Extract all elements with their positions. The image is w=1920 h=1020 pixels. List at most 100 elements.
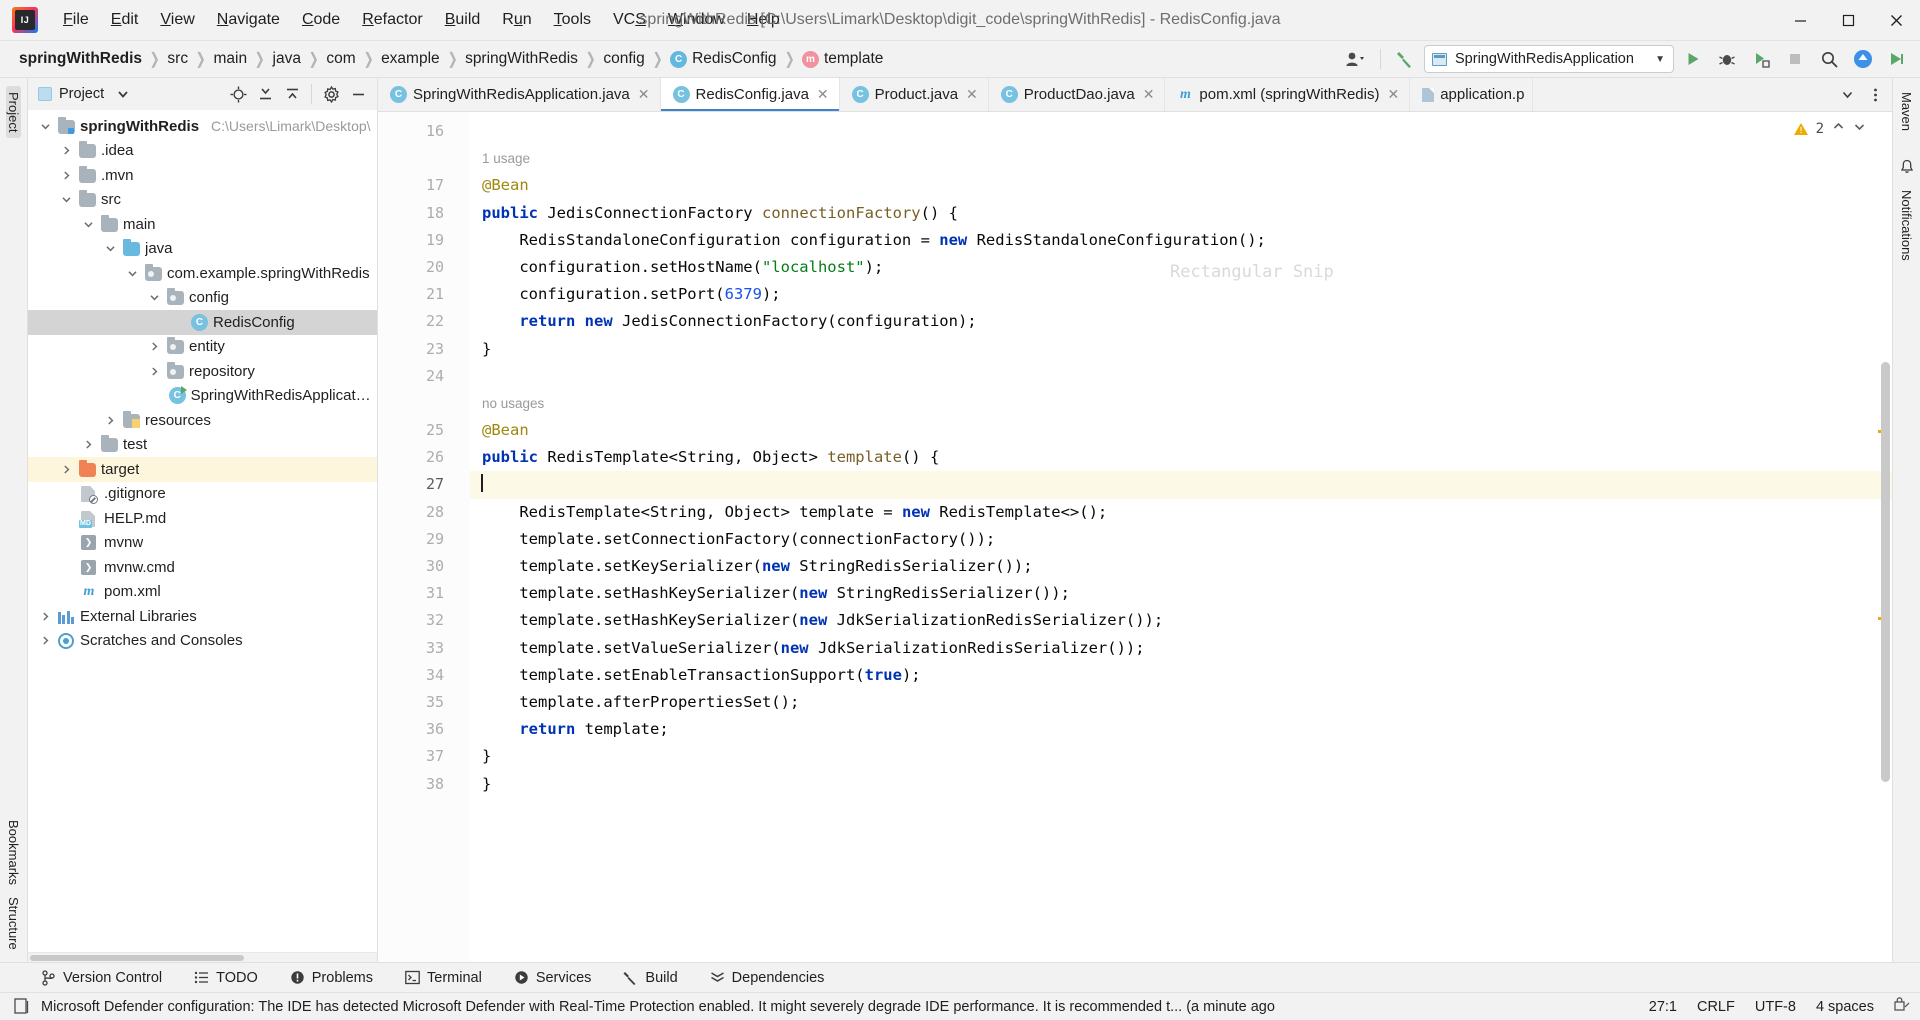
menu-build[interactable]: Build [434,7,492,33]
breadcrumb-item-com[interactable]: com [321,48,360,70]
chevron-down-icon[interactable] [125,268,140,279]
chevron-right-icon[interactable] [81,439,96,450]
toolwindow-todo[interactable]: TODO [189,967,263,989]
tree-row-springwithredisapplication[interactable]: C SpringWithRedisApplication [28,384,377,409]
chevron-up-icon[interactable] [1832,120,1845,137]
chevron-down-icon[interactable] [103,243,118,254]
toolwindow-problems[interactable]: Problems [285,967,378,989]
editor-vertical-scrollbar[interactable] [1878,112,1892,962]
indent-setting[interactable]: 4 spaces [1816,999,1874,1015]
tree-row-external-libraries[interactable]: External Libraries [28,604,377,629]
run-configuration-selector[interactable]: SpringWithRedisApplication ▼ [1424,45,1674,73]
tree-row-mvn[interactable]: .mvn [28,163,377,188]
tab-more-vertical-dots-icon[interactable] [1862,83,1888,107]
more-actions-icon[interactable] [1882,45,1912,73]
code-usage-hint[interactable]: 1 usage [470,145,1892,172]
run-with-coverage-button[interactable] [1746,45,1776,73]
tree-row-redisconfig[interactable]: C RedisConfig [28,310,377,335]
close-icon[interactable]: ✕ [964,86,980,103]
chevron-right-icon[interactable] [59,464,74,475]
breadcrumb-item-project[interactable]: springWithRedis [14,48,147,70]
toolwindow-dependencies[interactable]: Dependencies [705,967,830,989]
code-content[interactable]: Rectangular Snip 2 1 usage @Bean public … [470,112,1892,962]
rail-item-maven[interactable]: Maven [1899,86,1914,137]
notifications-bell-icon[interactable] [1899,155,1915,184]
tab-springwithredisapplication-java[interactable]: C SpringWithRedisApplication.java ✕ [378,78,661,111]
tab-application-properties[interactable]: application.p [1410,78,1533,111]
code-line-current[interactable] [470,471,1892,498]
run-button[interactable] [1678,45,1708,73]
chevron-right-icon[interactable] [147,366,162,377]
close-icon[interactable]: ✕ [636,86,652,103]
menu-view[interactable]: View [149,7,205,33]
read-write-lock-icon[interactable] [1894,997,1910,1016]
breadcrumb-item-config[interactable]: config [598,48,649,70]
tree-row-package-repository[interactable]: repository [28,359,377,384]
close-icon[interactable]: ✕ [1141,86,1157,103]
chevron-down-icon[interactable] [1853,120,1866,137]
tree-row-src[interactable]: src [28,188,377,213]
update-project-icon[interactable] [1848,45,1878,73]
chevron-down-icon[interactable] [110,82,136,106]
breadcrumb-item-java[interactable]: java [268,48,306,70]
menu-navigate[interactable]: Navigate [206,7,291,33]
tree-row-package-com-example[interactable]: com.example.springWithRedis [28,261,377,286]
scrollbar-thumb[interactable] [1881,362,1890,782]
gear-icon[interactable] [318,82,344,106]
tree-row-help-md[interactable]: MD HELP.md [28,506,377,531]
menu-window[interactable]: Window [657,7,736,33]
code-usage-hint[interactable]: no usages [470,390,1892,417]
chevron-right-icon[interactable] [38,635,53,646]
tree-row-scratches-and-consoles[interactable]: Scratches and Consoles [28,629,377,654]
scrollbar-thumb[interactable] [30,955,244,961]
rail-item-bookmarks[interactable]: Bookmarks [6,814,21,891]
menu-code[interactable]: Code [291,7,351,33]
breadcrumb-item-template[interactable]: m template [797,48,888,70]
chevron-right-icon[interactable] [38,611,53,622]
project-panel-title[interactable]: Project [38,86,104,102]
file-encoding[interactable]: UTF-8 [1755,999,1796,1015]
inspection-widget[interactable]: 2 [1794,120,1866,137]
breadcrumb-item-springwithredis[interactable]: springWithRedis [460,48,583,70]
project-horizontal-scrollbar[interactable] [28,952,377,962]
chevron-right-icon[interactable] [147,341,162,352]
menu-run[interactable]: Run [491,7,542,33]
menu-edit[interactable]: Edit [100,7,150,33]
tree-row-resources[interactable]: resources [28,408,377,433]
tree-row-package-config[interactable]: config [28,286,377,311]
collapse-all-icon[interactable] [252,82,278,106]
tree-row-mvnw-cmd[interactable]: ❯ mvnw.cmd [28,555,377,580]
tree-row-package-entity[interactable]: entity [28,335,377,360]
maximize-button[interactable] [1824,0,1872,41]
tab-redisconfig-java[interactable]: C RedisConfig.java ✕ [661,78,840,111]
build-hammer-icon[interactable] [1390,45,1420,73]
tab-list-chevron-down-icon[interactable] [1834,83,1860,107]
minimize-button[interactable] [1776,0,1824,41]
rail-item-structure[interactable]: Structure [6,891,21,956]
locate-file-icon[interactable] [225,82,251,106]
search-icon[interactable] [1814,45,1844,73]
debug-button[interactable] [1712,45,1742,73]
project-tree[interactable]: springWithRedis C:\Users\Limark\Desktop\… [28,110,377,952]
stop-button[interactable] [1780,45,1810,73]
tab-productdao-java[interactable]: C ProductDao.java ✕ [989,78,1166,111]
tree-row-mvnw[interactable]: ❯ mvnw [28,531,377,556]
intellij-idea-logo[interactable] [12,7,38,33]
editor-gutter[interactable]: 16 17 18 19 20 21 22 23 24 25 26 27 28 2… [378,112,470,962]
tree-row-springwithredis[interactable]: springWithRedis C:\Users\Limark\Desktop\ [28,114,377,139]
chevron-down-icon[interactable] [59,194,74,205]
chevron-down-icon[interactable] [147,292,162,303]
menu-tools[interactable]: Tools [543,7,602,33]
tree-row-gitignore[interactable]: .gitignore [28,482,377,507]
rail-item-project[interactable]: Project [6,86,21,138]
toolwindow-build[interactable]: Build [618,967,682,989]
chevron-right-icon[interactable] [59,170,74,181]
chevron-down-icon[interactable] [38,121,53,132]
expand-all-icon[interactable] [279,82,305,106]
toolwindow-terminal[interactable]: Terminal [400,967,487,989]
tree-row-test[interactable]: test [28,433,377,458]
tree-row-main[interactable]: main [28,212,377,237]
status-message-area[interactable]: Microsoft Defender configuration: The ID… [14,998,1275,1015]
tree-row-java[interactable]: java [28,237,377,262]
chevron-down-icon[interactable] [81,219,96,230]
